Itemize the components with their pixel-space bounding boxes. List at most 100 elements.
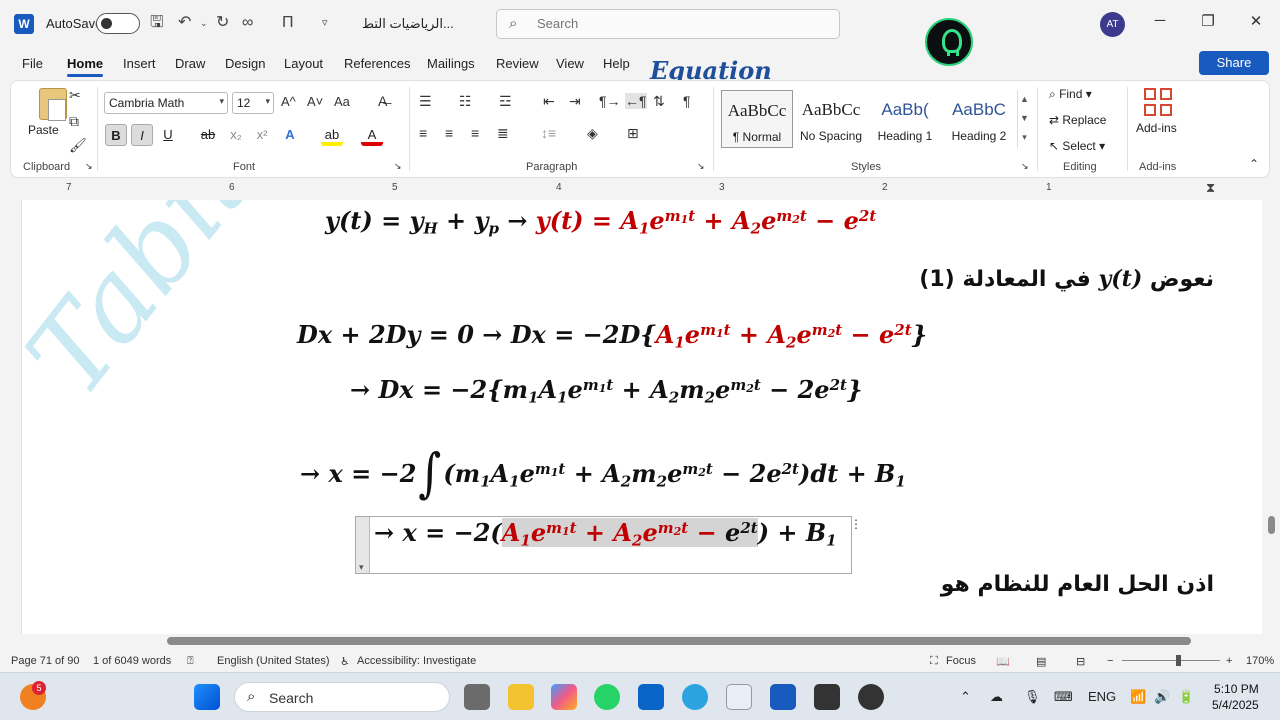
package-icon[interactable] bbox=[814, 684, 840, 710]
justify-icon[interactable]: ≣ bbox=[497, 125, 509, 142]
customize-toolbar-icon[interactable]: ▿ bbox=[322, 12, 328, 34]
scroll-thumb[interactable] bbox=[167, 637, 1191, 645]
zoom-out-icon[interactable]: − bbox=[1107, 655, 1113, 667]
tab-draw[interactable]: Draw bbox=[175, 56, 205, 71]
change-case-icon[interactable]: Aa bbox=[334, 94, 350, 109]
grow-font-icon[interactable]: A^ bbox=[281, 94, 296, 109]
paste-icon[interactable] bbox=[39, 88, 67, 121]
restore-icon[interactable]: ❐ bbox=[1193, 12, 1223, 30]
italic-button[interactable]: I bbox=[131, 124, 153, 146]
search-box[interactable]: ⌕ bbox=[496, 9, 840, 39]
superscript-button[interactable]: x² bbox=[251, 124, 273, 146]
language-status[interactable]: English (United States) bbox=[217, 655, 330, 667]
chevron-up-icon[interactable]: ▲ bbox=[1020, 94, 1029, 104]
document-title[interactable]: الرياضيات التط... bbox=[362, 16, 454, 32]
more-styles-icon[interactable]: ▾ bbox=[1022, 132, 1027, 142]
shrink-font-icon[interactable]: A˅ bbox=[307, 94, 323, 109]
volume-icon[interactable]: 🔊 bbox=[1154, 689, 1170, 705]
styles-scroll[interactable]: ▲ ▼ ▾ bbox=[1017, 90, 1031, 148]
cut-icon[interactable]: ✂ bbox=[69, 87, 81, 104]
style-heading-2[interactable]: AaBbC Heading 2 bbox=[943, 90, 1015, 148]
print-layout-icon[interactable]: ▤ bbox=[1036, 655, 1046, 668]
sort-icon[interactable]: ⇅ bbox=[653, 93, 665, 110]
task-view-icon[interactable] bbox=[464, 684, 490, 710]
tab-insert[interactable]: Insert bbox=[123, 56, 156, 71]
style-heading-1[interactable]: AaBb( Heading 1 bbox=[869, 90, 941, 148]
align-left-icon[interactable]: ≡ bbox=[419, 125, 427, 141]
clipboard-launcher-icon[interactable]: ↘ bbox=[85, 161, 93, 172]
redo-icon[interactable]: ↻ bbox=[216, 12, 229, 34]
add-ins-label[interactable]: Add-ins bbox=[1136, 121, 1177, 135]
ltr-icon[interactable]: ¶→ bbox=[599, 93, 621, 109]
onedrive-icon[interactable]: ☁ bbox=[990, 689, 1003, 705]
indent-marker-icon[interactable]: ⧗ bbox=[1206, 180, 1215, 196]
tab-home[interactable]: Home bbox=[67, 56, 104, 77]
scroll-thumb[interactable] bbox=[1268, 516, 1275, 534]
zoom-slider-track[interactable] bbox=[1122, 660, 1220, 661]
system-clock[interactable]: 5:10 PM 5/4/2025 bbox=[1212, 681, 1259, 713]
vertical-scrollbar[interactable] bbox=[1265, 200, 1279, 634]
minimize-icon[interactable]: ─ bbox=[1145, 12, 1175, 29]
save-icon[interactable]: 🖫 bbox=[150, 12, 164, 34]
chatgpt-icon[interactable] bbox=[858, 684, 884, 710]
tab-references[interactable]: References bbox=[344, 56, 410, 71]
align-center-icon[interactable]: ≡ bbox=[445, 125, 453, 141]
equation-x-result[interactable]: → x = −2(A1em1t + A2em2t − e2t) + B1 bbox=[374, 518, 837, 548]
input-language[interactable]: ENG bbox=[1088, 689, 1116, 704]
font-size-select[interactable]: 12 ▾ bbox=[232, 92, 274, 114]
highlight-button[interactable]: ab bbox=[321, 124, 343, 146]
copy-icon[interactable]: ⧉ bbox=[69, 113, 79, 130]
equation-dx-substitution[interactable]: Dx + 2Dy = 0 → Dx = −2D{A1em1t + A2em2t … bbox=[297, 320, 927, 350]
add-ins-icon[interactable] bbox=[1144, 88, 1174, 118]
select-button[interactable]: ↖ Select ▾ bbox=[1049, 139, 1105, 153]
zoom-in-icon[interactable]: + bbox=[1226, 655, 1232, 667]
windows-start-icon[interactable] bbox=[194, 684, 220, 710]
style-no-spacing[interactable]: AaBbCc No Spacing bbox=[795, 90, 867, 148]
equation-options-icon[interactable]: ⋮ bbox=[850, 517, 862, 531]
line-spacing-icon[interactable]: ↕≡ bbox=[541, 125, 556, 141]
share-button[interactable]: Share bbox=[1199, 51, 1269, 75]
find-button[interactable]: ⌕ Find ▾ bbox=[1049, 87, 1092, 102]
tab-review[interactable]: Review bbox=[496, 56, 539, 71]
microphone-icon[interactable]: 🎙 bbox=[1024, 689, 1041, 705]
tab-file[interactable]: File bbox=[22, 56, 43, 71]
multilevel-list-icon[interactable]: ☲ bbox=[499, 93, 512, 110]
show-formatting-icon[interactable]: ¶ bbox=[683, 93, 691, 109]
undo-icon[interactable]: ↶ bbox=[178, 12, 191, 34]
tab-mailings[interactable]: Mailings bbox=[427, 56, 475, 71]
copilot-icon[interactable] bbox=[551, 684, 577, 710]
bold-button[interactable]: B bbox=[105, 124, 127, 146]
chevron-down-icon[interactable]: ▼ bbox=[1020, 113, 1029, 123]
accessibility-status[interactable]: Accessibility: Investigate bbox=[357, 655, 476, 667]
focus-icon[interactable]: ⛶ bbox=[930, 655, 938, 668]
decrease-indent-icon[interactable]: ⇤ bbox=[543, 93, 555, 110]
underline-button[interactable]: U bbox=[157, 124, 179, 146]
rtl-icon[interactable]: ←¶ bbox=[625, 93, 647, 109]
word-count[interactable]: 1 of 6049 words bbox=[93, 655, 171, 667]
equation-x-integral[interactable]: → x = −2∫(m1A1em1t + A2m2em2t − 2e2t)dt … bbox=[300, 442, 906, 504]
close-icon[interactable]: ✕ bbox=[1241, 12, 1271, 30]
equation-general-solution[interactable]: y(t) = yH + yp → y(t) = A1em1t + A2em2t … bbox=[325, 206, 876, 236]
web-layout-icon[interactable]: ⊟ bbox=[1076, 655, 1085, 668]
replace-button[interactable]: ⇄ Replace bbox=[1049, 113, 1106, 127]
keyboard-icon[interactable]: ⌨ bbox=[1054, 689, 1073, 705]
file-explorer-icon[interactable] bbox=[508, 684, 534, 710]
zoom-level[interactable]: 170% bbox=[1246, 655, 1274, 667]
pi-icon[interactable]: Π bbox=[282, 12, 294, 34]
font-launcher-icon[interactable]: ↘ bbox=[394, 161, 402, 172]
bullets-icon[interactable]: ☰ bbox=[419, 93, 432, 110]
tab-design[interactable]: Design bbox=[225, 56, 265, 71]
outlook-icon[interactable] bbox=[638, 684, 664, 710]
focus-label[interactable]: Focus bbox=[946, 655, 976, 667]
word-taskbar-icon[interactable] bbox=[770, 684, 796, 710]
wifi-icon[interactable]: 📶 bbox=[1130, 689, 1146, 705]
increase-indent-icon[interactable]: ⇥ bbox=[569, 93, 581, 110]
numbering-icon[interactable]: ☷ bbox=[459, 93, 472, 110]
text-effects-button[interactable]: A bbox=[279, 124, 301, 146]
undo-dropdown-icon[interactable]: ⌄ bbox=[200, 12, 208, 34]
user-avatar[interactable]: AT bbox=[1100, 12, 1125, 37]
document-page[interactable]: Tabit Ali y(t) = yH + yp → y(t) = A1em1t… bbox=[22, 200, 1262, 634]
proofing-icon[interactable]: ⍰ bbox=[187, 655, 194, 668]
tab-layout[interactable]: Layout bbox=[284, 56, 323, 71]
zoom-slider-thumb[interactable] bbox=[1176, 655, 1181, 666]
